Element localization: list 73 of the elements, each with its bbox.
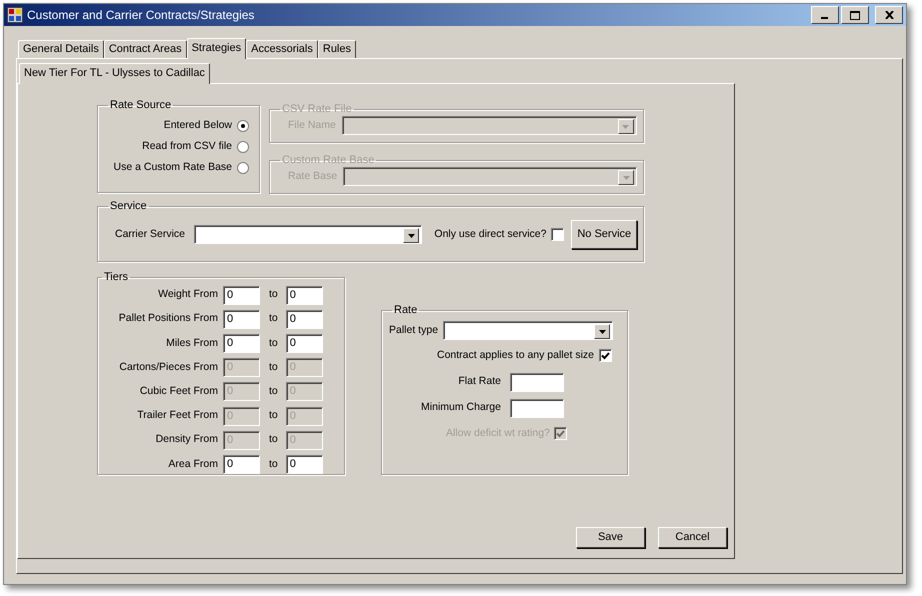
- field-label: to: [269, 360, 278, 375]
- minimize-button[interactable]: [811, 6, 839, 24]
- field-label: to: [269, 336, 278, 351]
- dropdown-arrow-button[interactable]: [594, 324, 610, 339]
- input-field[interactable]: [510, 372, 564, 392]
- group-title: Custom Rate Base: [281, 155, 376, 166]
- check-icon: [556, 430, 565, 438]
- cancel-button[interactable]: Cancel: [658, 527, 727, 548]
- checkbox[interactable]: [599, 349, 612, 362]
- radio-button[interactable]: [237, 140, 249, 152]
- no-service-button[interactable]: No Service: [571, 220, 637, 249]
- field-label: Pallet Positions From: [118, 311, 218, 326]
- field-label: to: [269, 456, 278, 472]
- field-label: Area From: [167, 456, 218, 472]
- group-title: Service: [109, 201, 148, 212]
- field-label: Miles From: [165, 336, 218, 351]
- input-field[interactable]: 0: [223, 310, 260, 329]
- group-title: Rate Source: [109, 100, 172, 111]
- field-label: to: [269, 432, 278, 448]
- dropdown-field[interactable]: [194, 225, 422, 244]
- tab[interactable]: Rules: [318, 40, 356, 58]
- input-field[interactable]: 0: [286, 454, 323, 474]
- close-icon: [884, 11, 894, 19]
- field-label: to: [269, 408, 278, 424]
- input-field[interactable]: [510, 398, 564, 418]
- maximize-button[interactable]: [841, 6, 869, 24]
- field-label: Weight From: [157, 287, 218, 302]
- field-label: Density From: [154, 432, 218, 448]
- tab[interactable]: Accessorials: [246, 40, 318, 58]
- save-button[interactable]: Save: [576, 527, 645, 548]
- caret-icon: [598, 330, 606, 334]
- tab[interactable]: Contract Areas: [104, 40, 187, 58]
- tab[interactable]: General Details: [18, 40, 104, 58]
- dropdown-field[interactable]: [443, 321, 614, 340]
- input-field[interactable]: 0: [223, 286, 260, 305]
- field-label: Minimum Charge: [420, 400, 501, 416]
- maximize-icon: [850, 10, 860, 20]
- field-label: Trailer Feet From: [136, 408, 218, 424]
- group-title: Rate: [393, 305, 418, 316]
- radio-label: Entered Below: [164, 118, 232, 133]
- field-label: Pallet type: [389, 322, 438, 338]
- field-label: Carrier Service: [115, 226, 186, 242]
- field-label: to: [269, 311, 278, 326]
- close-button[interactable]: [875, 6, 903, 24]
- input-field[interactable]: 0: [223, 454, 260, 474]
- radio-button[interactable]: [237, 120, 249, 132]
- window-title: Customer and Carrier Contracts/Strategies: [27, 7, 256, 24]
- field-label: to: [269, 287, 278, 302]
- caret-icon: [622, 124, 630, 128]
- dropdown-arrow-button[interactable]: [403, 228, 420, 243]
- tab[interactable]: New Tier For TL - Ulysses to Cadillac: [19, 63, 210, 84]
- radio-label: Read from CSV file: [142, 138, 232, 154]
- app-icon: [7, 7, 23, 23]
- caret-icon: [408, 234, 415, 238]
- input-field[interactable]: 0: [223, 334, 260, 353]
- tab[interactable]: Strategies: [186, 38, 246, 59]
- group-title: Tiers: [103, 272, 130, 283]
- input-field[interactable]: 0: [286, 334, 323, 353]
- field-label: Flat Rate: [457, 374, 501, 390]
- field-label: Cubic Feet From: [138, 384, 218, 399]
- caret-icon: [622, 176, 630, 180]
- input-field[interactable]: 0: [286, 286, 323, 305]
- checkbox-label: Only use direct service?: [434, 226, 546, 242]
- checkbox-label: Contract applies to any pallet size: [436, 348, 594, 363]
- radio-label: Use a Custom Rate Base: [114, 160, 232, 175]
- field-label: to: [269, 384, 278, 399]
- check-icon: [601, 352, 610, 360]
- group-title: CSV Rate File: [281, 104, 353, 115]
- radio-button[interactable]: [237, 162, 249, 174]
- radio-dot-icon: [241, 124, 245, 128]
- checkbox[interactable]: [551, 228, 564, 241]
- input-field[interactable]: 0: [286, 310, 323, 329]
- field-label: Cartons/Pieces From: [118, 360, 218, 375]
